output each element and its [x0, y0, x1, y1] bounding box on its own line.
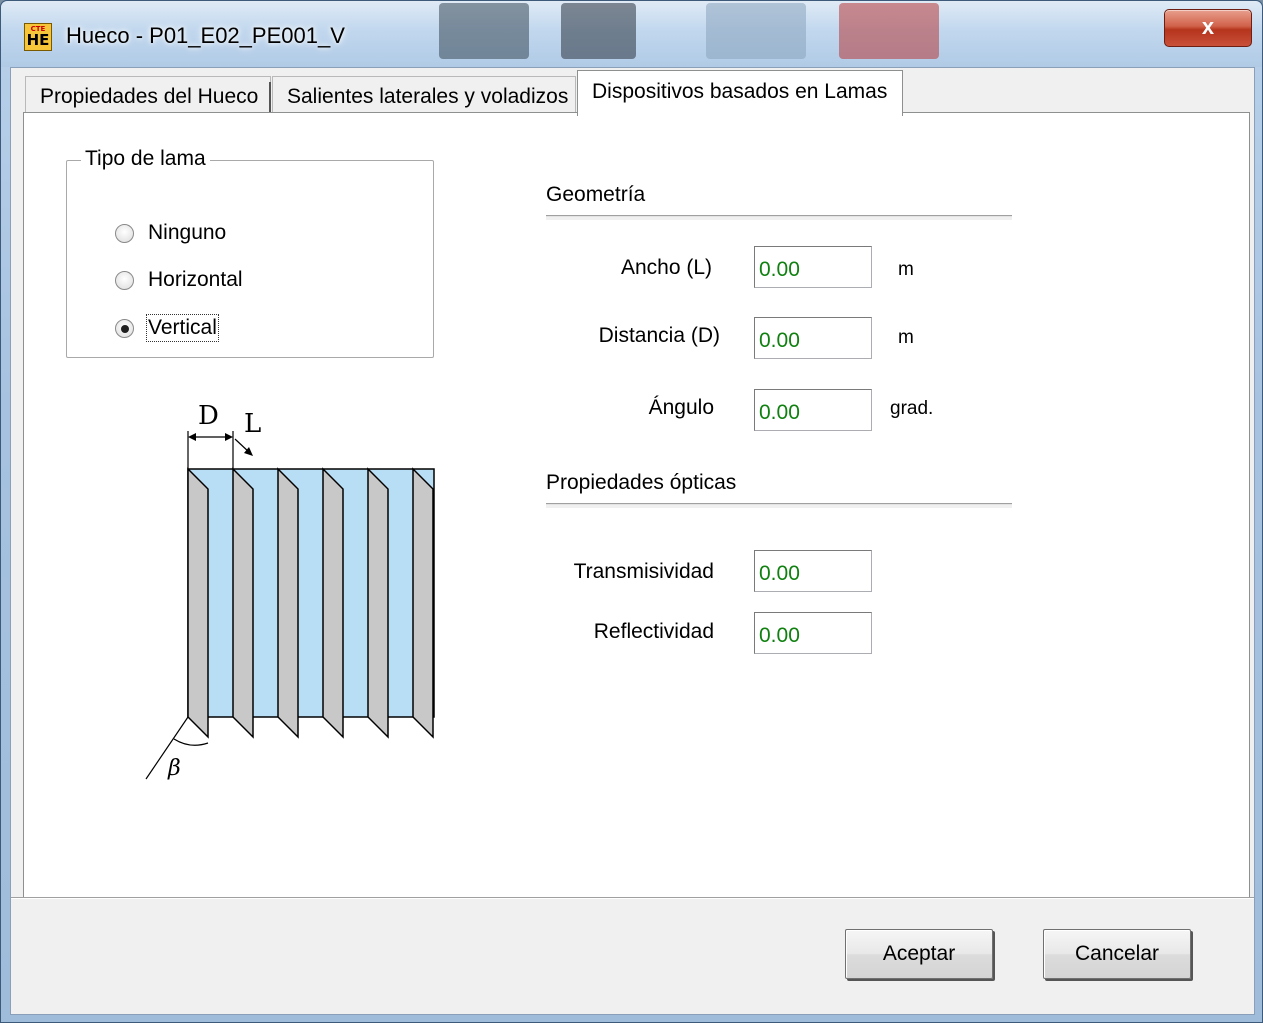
dialog-window: CTE HE Hueco - P01_E02_PE001_V x Propied…: [0, 0, 1263, 1023]
tab-salientes-laterales[interactable]: Salientes laterales y voladizos: [272, 76, 576, 114]
label-l: L: [244, 409, 261, 439]
label-beta: β: [167, 756, 181, 781]
close-button[interactable]: x: [1164, 9, 1252, 47]
radio-label: Horizontal: [148, 268, 243, 291]
transmisividad-label: Transmisividad: [573, 560, 714, 583]
lama-diagram: D L β: [104, 381, 491, 789]
dialog-client-area: Propiedades del Hueco Salientes laterale…: [10, 67, 1255, 1015]
reflectividad-label: Reflectividad: [593, 620, 714, 643]
angle-arc: [173, 738, 209, 746]
app-icon: CTE HE: [24, 23, 52, 51]
slat: [277, 467, 299, 739]
angle-line: [145, 716, 189, 780]
footer-separator: [11, 897, 1254, 899]
radio-button-checked[interactable]: [115, 318, 134, 338]
glass-pane: [187, 468, 435, 718]
transmisividad-input[interactable]: [754, 550, 872, 592]
tab-dispositivos-lamas[interactable]: Dispositivos basados en Lamas: [577, 70, 903, 116]
geometria-title: Geometría: [546, 183, 646, 206]
radio-label: Ninguno: [148, 221, 227, 244]
angulo-input[interactable]: [754, 389, 872, 431]
ancho-label: Ancho (L): [620, 256, 712, 279]
window-title: Hueco - P01_E02_PE001_V: [66, 23, 345, 48]
opticas-title: Propiedades ópticas: [546, 471, 737, 494]
distancia-input[interactable]: [754, 317, 872, 359]
aceptar-button[interactable]: Aceptar: [845, 929, 993, 979]
radio-button[interactable]: [115, 270, 134, 290]
radio-ninguno[interactable]: Ninguno: [115, 221, 226, 245]
app-icon-big-text: HE: [26, 31, 50, 49]
background-blur: [439, 3, 529, 59]
background-blur: [839, 3, 939, 59]
arrow-head: [225, 433, 233, 441]
tab-panel: Tipo de lama Ninguno Horizontal Vertical: [23, 112, 1250, 898]
title-bar[interactable]: CTE HE Hueco - P01_E02_PE001_V x: [1, 1, 1262, 67]
label-d: D: [198, 401, 219, 431]
radio-button[interactable]: [115, 223, 134, 243]
slat: [412, 467, 434, 739]
tab-label: Salientes laterales y voladizos: [287, 85, 569, 108]
tipo-lama-group: Tipo de lama Ninguno Horizontal Vertical: [66, 147, 434, 358]
slat: [367, 467, 389, 739]
reflectividad-input[interactable]: [754, 612, 872, 654]
ancho-input[interactable]: [754, 246, 872, 288]
slat: [187, 467, 209, 739]
angulo-unit: grad.: [890, 398, 934, 419]
radio-label: Vertical: [146, 314, 219, 342]
tab-label: Propiedades del Hueco: [40, 85, 259, 108]
group-title: Tipo de lama: [81, 147, 210, 171]
tab-separator: [269, 82, 271, 112]
ancho-unit: m: [898, 259, 914, 280]
angulo-label: Ángulo: [648, 396, 714, 419]
section-divider: [546, 503, 1012, 509]
vertical-lamas-illustration: D L β: [145, 401, 435, 781]
slat: [322, 467, 344, 739]
distancia-unit: m: [898, 327, 914, 348]
background-blur: [706, 3, 806, 59]
radio-vertical[interactable]: Vertical: [115, 314, 219, 342]
close-icon: x: [1201, 14, 1215, 39]
radio-horizontal[interactable]: Horizontal: [115, 268, 243, 292]
background-blur: [561, 3, 636, 59]
distancia-label: Distancia (D): [598, 324, 720, 347]
slat: [232, 467, 254, 739]
cancelar-button[interactable]: Cancelar: [1043, 929, 1191, 979]
section-divider: [546, 215, 1012, 221]
tab-label: Dispositivos basados en Lamas: [592, 80, 888, 103]
tab-propiedades-hueco[interactable]: Propiedades del Hueco: [25, 76, 271, 114]
arrow-head: [188, 433, 196, 441]
